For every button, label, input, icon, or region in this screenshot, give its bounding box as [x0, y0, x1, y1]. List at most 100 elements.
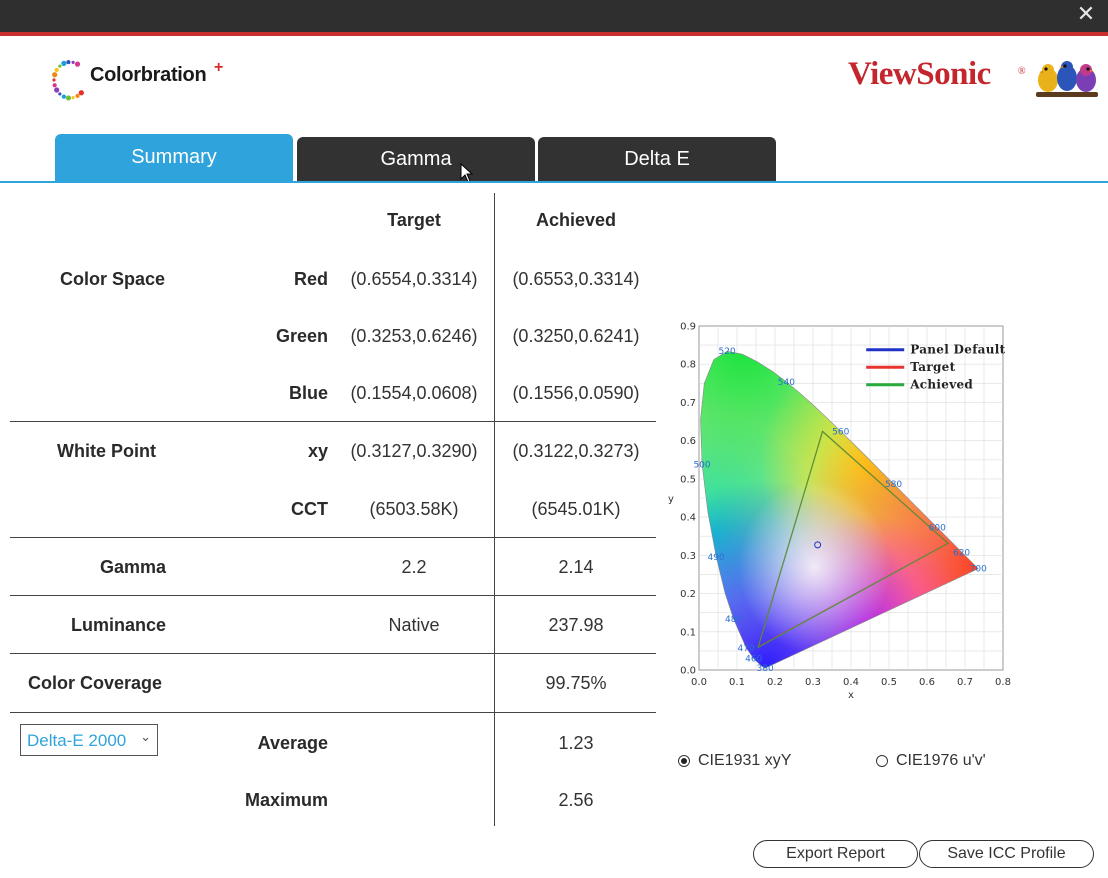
logo-dot: [71, 96, 75, 100]
legend-label: Achieved: [909, 378, 973, 392]
row-divider: [10, 653, 656, 654]
y-tick-label: 0.0: [680, 666, 696, 677]
logo-dot: [52, 78, 56, 82]
blue-achieved: (0.1556,0.0590): [512, 383, 640, 403]
row-divider: [10, 595, 656, 596]
y-tick-label: 0.2: [680, 589, 696, 600]
save-icc-profile-button[interactable]: Save ICC Profile: [919, 840, 1094, 868]
average-label: Average: [257, 733, 328, 753]
luminance-achieved: 237.98: [548, 615, 604, 635]
colorbration-logo: Colorbration +: [48, 52, 238, 108]
logo-dot: [52, 83, 57, 88]
row-divider: [10, 421, 656, 422]
green-target: (0.3253,0.6246): [350, 326, 478, 346]
x-tick-label: 0.2: [767, 677, 783, 688]
cie1976-option[interactable]: CIE1976 u'v': [876, 752, 986, 770]
target-header: Target: [387, 210, 441, 230]
wavelength-label: 580: [885, 480, 902, 490]
logo-plus: +: [214, 59, 224, 76]
row-divider: [10, 537, 656, 538]
white-point-label: White Point: [57, 441, 156, 461]
export-report-button[interactable]: Export Report: [753, 840, 918, 868]
maximum-value: 2.56: [558, 790, 594, 810]
y-tick-label: 0.6: [680, 436, 696, 447]
cct-target: (6503.58K): [369, 499, 459, 519]
x-tick-label: 0.3: [805, 677, 821, 688]
cie1976-radio[interactable]: [876, 755, 888, 767]
maximum-label: Maximum: [244, 790, 328, 810]
x-tick-label: 0.4: [843, 677, 859, 688]
wavelength-label: 520: [719, 347, 736, 357]
tab-summary[interactable]: Summary: [55, 134, 293, 181]
luminance-target: Native: [388, 615, 440, 635]
average-value: 1.23: [558, 733, 594, 753]
red-achieved: (0.6553,0.3314): [512, 269, 640, 289]
cct-achieved: (6545.01K): [531, 499, 621, 519]
cie1931-label: CIE1931 xyY: [698, 752, 792, 769]
row-divider: [10, 712, 656, 713]
wavelength-label: 460: [745, 655, 762, 665]
wavelength-label: 480: [725, 615, 742, 625]
logo-dot: [74, 61, 81, 67]
wavelength-label: 620: [953, 548, 970, 558]
wavelength-label: 700: [970, 565, 987, 575]
achieved-header: Achieved: [535, 210, 617, 230]
y-tick-label: 0.4: [680, 513, 696, 524]
logo-dot: [58, 64, 62, 68]
tab-delta-e[interactable]: Delta E: [538, 137, 776, 181]
y-tick-label: 0.9: [680, 322, 696, 333]
gamma-label: Gamma: [99, 557, 166, 577]
logo-dot: [61, 94, 66, 99]
logo-dot: [66, 59, 71, 65]
blue-target: (0.1554,0.0608): [350, 383, 478, 403]
y-tick-label: 0.7: [680, 398, 696, 409]
green-label: Green: [275, 326, 328, 346]
color-coverage-achieved: 99.75%: [545, 673, 607, 693]
x-tick-label: 0.7: [957, 677, 973, 688]
x-axis-label: x: [848, 690, 854, 701]
logo-dot: [71, 60, 75, 64]
blue-label: Blue: [288, 383, 328, 403]
cie1976-label: CIE1976 u'v': [896, 752, 986, 769]
y-tick-label: 0.3: [680, 551, 696, 562]
logo-dot: [54, 87, 60, 93]
x-tick-label: 0.1: [729, 677, 745, 688]
wavelength-label: 600: [929, 523, 946, 533]
title-accent-line: [0, 32, 1108, 36]
logo-dot: [75, 93, 80, 98]
cie1931-option[interactable]: CIE1931 xyY: [678, 752, 791, 770]
color-coverage-label: Color Coverage: [28, 673, 163, 693]
gamma-target: 2.2: [401, 557, 427, 577]
table-column-divider: [494, 193, 495, 826]
red-label: Red: [293, 269, 328, 289]
brand-registered-mark: ®: [1018, 66, 1026, 77]
logo-dot: [65, 95, 72, 101]
logo-dot: [58, 92, 62, 96]
delta-e-select[interactable]: Delta-E 2000 ⌄: [20, 724, 158, 756]
wavelength-label: 540: [778, 378, 795, 388]
x-tick-label: 0.8: [995, 677, 1011, 688]
cie1931-radio[interactable]: [678, 755, 690, 767]
chevron-down-icon: ⌄: [140, 730, 151, 745]
green-achieved: (0.3250,0.6241): [512, 326, 640, 346]
legend-label: Target: [910, 360, 955, 374]
tab-gamma[interactable]: Gamma: [297, 137, 535, 181]
close-icon[interactable]: ✕: [1076, 4, 1096, 26]
tab-underline: [0, 181, 1108, 183]
colorbration-dots-icon: [52, 59, 84, 101]
wavelength-label: 470: [738, 644, 755, 654]
wavelength-label: 380: [757, 664, 774, 674]
xy-target: (0.3127,0.3290): [350, 441, 478, 461]
x-tick-label: 0.5: [881, 677, 897, 688]
title-bar: [0, 0, 1108, 32]
wavelength-label: 500: [693, 460, 710, 470]
logo-dot: [61, 60, 67, 66]
wavelength-label: 490: [708, 553, 725, 563]
mouse-cursor-icon: [460, 163, 474, 183]
viewsonic-birds-icon: [1036, 61, 1098, 97]
y-axis-label: y: [668, 494, 674, 505]
logo-dot: [54, 67, 59, 73]
gamma-achieved: 2.14: [558, 557, 594, 577]
y-tick-label: 0.1: [680, 627, 696, 638]
cct-label: CCT: [291, 499, 328, 519]
